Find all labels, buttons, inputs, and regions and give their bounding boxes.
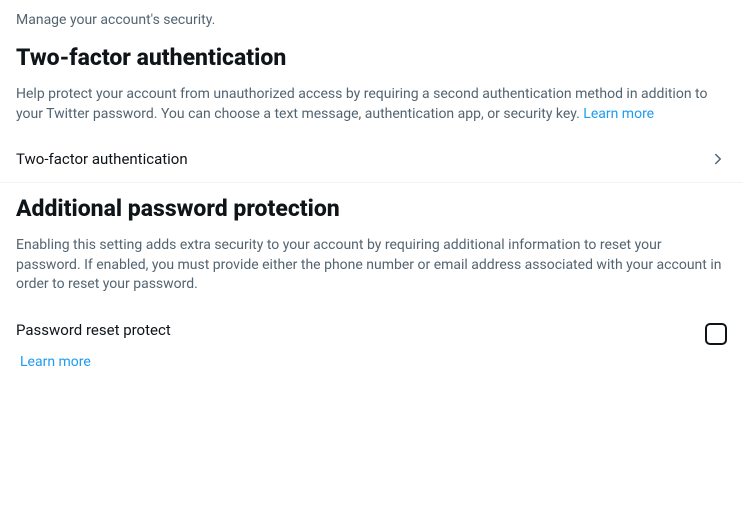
two-factor-heading: Two-factor authentication (0, 32, 743, 79)
password-protect-description: Enabling this setting adds extra securit… (0, 230, 743, 307)
two-factor-nav-label: Two-factor authentication (16, 150, 188, 168)
password-protect-learn-more-link[interactable]: Learn more (20, 354, 91, 370)
password-reset-protect-row: Password reset protect (0, 307, 743, 349)
chevron-right-icon (709, 150, 727, 168)
password-protect-learn-more-row: Learn more (0, 349, 743, 386)
password-reset-protect-label: Password reset protect (16, 321, 171, 339)
two-factor-nav-row[interactable]: Two-factor authentication (0, 136, 743, 182)
two-factor-learn-more-link[interactable]: Learn more (583, 106, 654, 122)
password-protect-heading: Additional password protection (0, 183, 743, 230)
two-factor-description: Help protect your account from unauthori… (0, 79, 743, 136)
password-reset-protect-checkbox[interactable] (705, 323, 727, 345)
page-subtitle: Manage your account's security. (0, 0, 743, 32)
